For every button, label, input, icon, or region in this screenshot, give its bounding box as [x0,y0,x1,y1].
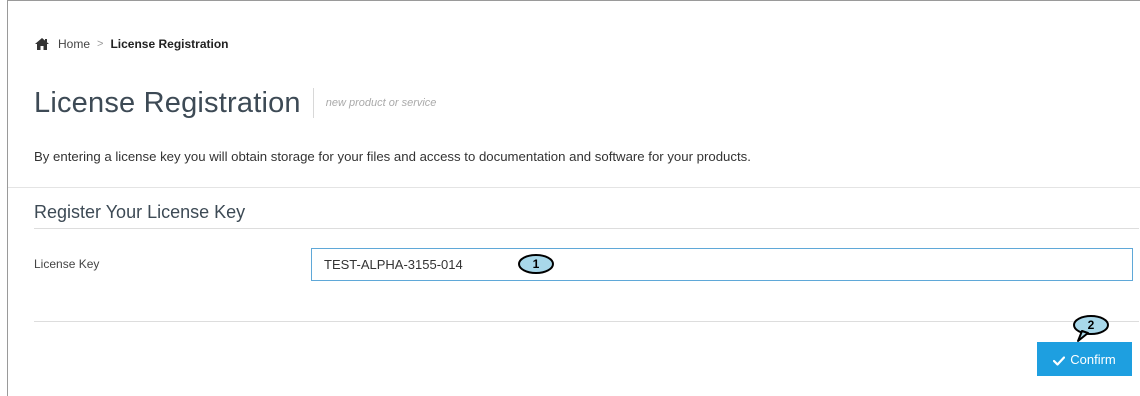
intro-text: By entering a license key you will obtai… [34,149,751,164]
check-icon [1053,354,1066,366]
title-divider [312,88,314,118]
section-divider [34,228,1139,229]
license-key-label: License Key [34,257,100,271]
breadcrumb-separator: > [97,38,104,50]
step-1-callout: 1 [517,253,555,275]
page-frame: Home > License Registration License Regi… [7,0,1140,396]
step-1-label: 1 [532,257,540,271]
home-icon[interactable] [34,37,50,51]
confirm-button[interactable]: Confirm [1037,342,1132,376]
step-2-label: 2 [1087,318,1095,332]
breadcrumb-current: License Registration [110,37,229,51]
footer-divider [34,321,1139,322]
page-header: License Registration new product or serv… [34,83,436,123]
license-key-input[interactable] [311,248,1133,281]
divider [8,187,1140,188]
breadcrumb: Home > License Registration [34,35,228,53]
confirm-label: Confirm [1070,351,1116,367]
page-title: License Registration [34,86,301,119]
section-title: Register Your License Key [34,202,246,222]
step-2-callout: 2 [1072,314,1110,342]
breadcrumb-home-link[interactable]: Home [58,37,90,51]
page-subtitle: new product or service [325,97,437,109]
